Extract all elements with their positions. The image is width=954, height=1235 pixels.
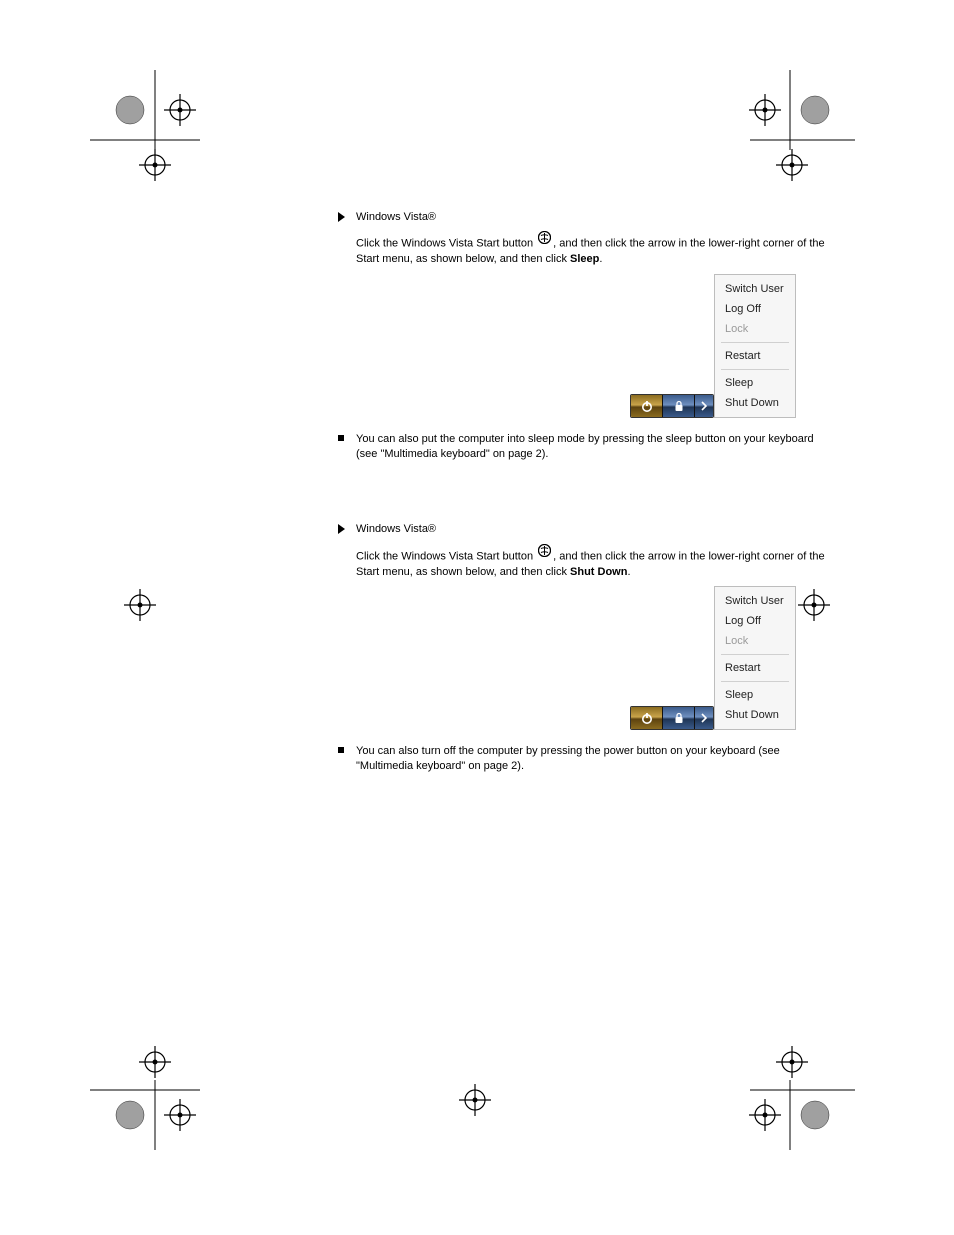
- menu-separator: [721, 681, 789, 682]
- power-options-menu: Switch UserLog OffLock Restart SleepShut D…: [714, 586, 796, 730]
- menu-item-restart[interactable]: Restart: [715, 346, 795, 366]
- step-intro: Windows Vista®: [356, 522, 836, 537]
- menu-separator: [721, 654, 789, 655]
- step-trigger: Windows Vista®: [336, 210, 836, 225]
- windows-orb-icon: [538, 231, 551, 249]
- windows-orb-icon: [538, 544, 551, 562]
- menu-item-log-off[interactable]: Log Off: [715, 299, 795, 319]
- instruction-action: Shut Down: [570, 566, 627, 578]
- start-menu-button-bar: [630, 706, 714, 730]
- triangle-bullet-icon: [338, 212, 345, 222]
- doc-section-1: Windows Vista® Click the Windows Vista S…: [336, 522, 836, 774]
- lock-button[interactable]: [663, 707, 694, 729]
- arrow-right-icon: [700, 401, 708, 411]
- step-note: You can also turn off the computer by pr…: [356, 744, 836, 775]
- step-instruction: Click the Windows Vista Start button , a…: [356, 231, 836, 267]
- step-instruction-row: Click the Windows Vista Start button , a…: [336, 544, 836, 580]
- options-arrow-button[interactable]: [695, 707, 713, 729]
- arrow-right-icon: [700, 713, 708, 723]
- square-bullet-icon: [338, 435, 344, 441]
- step-note-row: You can also turn off the computer by pr…: [336, 744, 836, 775]
- menu-item-sleep[interactable]: Sleep: [715, 373, 795, 393]
- menu-item-switch-user[interactable]: Switch User: [715, 279, 795, 299]
- menu-item-sleep[interactable]: Sleep: [715, 685, 795, 705]
- instruction-text: Click the Windows Vista Start button: [356, 238, 536, 250]
- lock-icon: [673, 712, 685, 724]
- power-icon: [640, 399, 654, 413]
- step-trigger: Windows Vista®: [336, 522, 836, 537]
- power-icon: [640, 711, 654, 725]
- step-note: You can also put the computer into sleep…: [356, 432, 836, 463]
- power-options-menu: Switch UserLog OffLock Restart SleepShut D…: [714, 274, 796, 418]
- triangle-bullet-icon: [338, 524, 345, 534]
- instruction-text: Click the Windows Vista Start button: [356, 550, 536, 562]
- power-button[interactable]: [631, 395, 662, 417]
- options-arrow-button[interactable]: [695, 395, 713, 417]
- menu-item-restart[interactable]: Restart: [715, 658, 795, 678]
- step-instruction: Click the Windows Vista Start button , a…: [356, 544, 836, 580]
- step-note-row: You can also put the computer into sleep…: [336, 432, 836, 463]
- menu-item-shut-down[interactable]: Shut Down: [715, 393, 795, 413]
- doc-section-0: Windows Vista® Click the Windows Vista S…: [336, 210, 836, 462]
- lock-icon: [673, 400, 685, 412]
- start-menu-figure: Switch UserLog OffLock Restart SleepShut D…: [336, 274, 836, 418]
- page-content: Windows Vista® Click the Windows Vista S…: [336, 210, 836, 781]
- lock-button[interactable]: [663, 395, 694, 417]
- instruction-action: Sleep: [570, 253, 599, 265]
- menu-item-log-off[interactable]: Log Off: [715, 611, 795, 631]
- menu-separator: [721, 369, 789, 370]
- menu-item-lock: Lock: [715, 631, 795, 651]
- menu-item-lock: Lock: [715, 319, 795, 339]
- menu-separator: [721, 342, 789, 343]
- step-instruction-row: Click the Windows Vista Start button , a…: [336, 231, 836, 267]
- start-menu-button-bar: [630, 394, 714, 418]
- power-button[interactable]: [631, 707, 662, 729]
- step-intro: Windows Vista®: [356, 210, 836, 225]
- menu-item-switch-user[interactable]: Switch User: [715, 591, 795, 611]
- menu-item-shut-down[interactable]: Shut Down: [715, 705, 795, 725]
- square-bullet-icon: [338, 747, 344, 753]
- start-menu-figure: Switch UserLog OffLock Restart SleepShut D…: [336, 586, 836, 730]
